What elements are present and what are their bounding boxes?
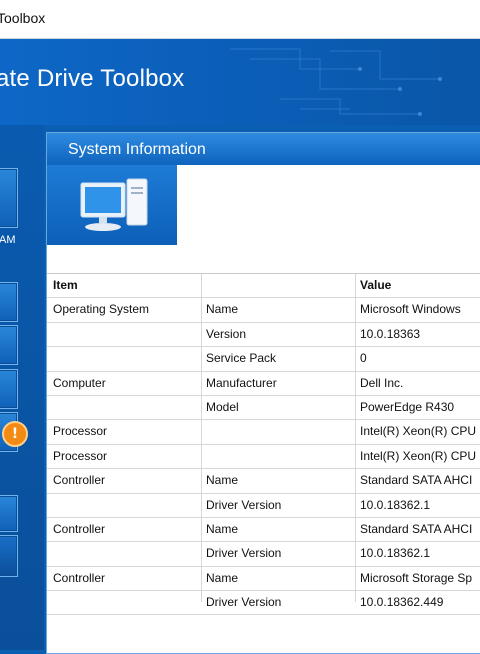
row-item: Controller (53, 473, 106, 488)
nav-button-7[interactable] (0, 535, 18, 577)
system-info-table: Item Value Operating System Name Microso… (47, 273, 480, 616)
table-row[interactable]: Model PowerEdge R430 (47, 396, 480, 421)
table-row[interactable]: Processor Intel(R) Xeon(R) CPU (47, 445, 480, 470)
column-divider (355, 274, 356, 602)
table-row[interactable]: Controller Name Standard SATA AHCI (47, 469, 480, 494)
header-item: Item (53, 278, 78, 292)
nav-button-3[interactable] (0, 325, 18, 365)
window-title: Toolbox (0, 10, 46, 26)
row-subitem: Version (206, 326, 247, 341)
row-value: PowerEdge R430 (360, 399, 455, 414)
nav-button-6[interactable] (0, 495, 18, 532)
nav-button-2[interactable] (0, 282, 18, 322)
row-value: 0 (360, 351, 367, 366)
row-subitem: Name (206, 521, 239, 536)
nav-button-1-label: AM (0, 234, 16, 246)
row-value: Standard SATA AHCI (360, 521, 473, 536)
app-title: ate Drive Toolbox (0, 65, 185, 92)
header-value: Value (360, 278, 392, 292)
left-nav-panel: AM (0, 125, 44, 650)
row-subitem: Driver Version (206, 546, 282, 561)
table-row[interactable]: Driver Version 10.0.18362.1 (47, 542, 480, 567)
nav-button-1[interactable] (0, 168, 18, 228)
table-row[interactable]: Driver Version 10.0.18362.449 (47, 591, 480, 616)
row-value: 10.0.18362.1 (360, 546, 431, 561)
table-row[interactable]: Service Pack 0 (47, 347, 480, 372)
table-row[interactable]: Processor Intel(R) Xeon(R) CPU (47, 420, 480, 445)
table-row[interactable]: Driver Version 10.0.18362.1 (47, 494, 480, 518)
row-item: Computer (53, 375, 106, 390)
row-item: Controller (53, 570, 106, 585)
row-item: Controller (53, 521, 106, 536)
panel-hero (47, 165, 480, 245)
row-value: 10.0.18362.449 (360, 595, 444, 610)
nav-button-4[interactable] (0, 369, 18, 409)
panel-title: System Information (68, 141, 206, 158)
window-titlebar: Toolbox (0, 0, 480, 39)
row-subitem: Manufacturer (206, 375, 277, 390)
table-row[interactable]: Version 10.0.18363 (47, 323, 480, 348)
row-subitem: Service Pack (206, 351, 277, 366)
panel-header: System Information (47, 133, 480, 165)
row-value: Standard SATA AHCI (360, 473, 473, 488)
system-info-panel: System Information Item Value Operating … (46, 132, 480, 654)
table-header-row: Item Value (47, 274, 480, 299)
row-item: Operating System (53, 302, 150, 317)
app-banner: ate Drive Toolbox (0, 39, 480, 125)
table-row[interactable]: Controller Name Microsoft Storage Sp (47, 567, 480, 592)
computer-icon (80, 178, 148, 231)
row-value: Dell Inc. (360, 375, 404, 390)
row-value: 10.0.18362.1 (360, 497, 431, 512)
row-subitem: Name (206, 302, 239, 317)
row-subitem: Driver Version (206, 497, 282, 512)
row-subitem: Name (206, 473, 239, 488)
row-subitem: Model (206, 399, 239, 414)
row-value: 10.0.18363 (360, 326, 421, 341)
row-value: Microsoft Storage Sp (360, 570, 473, 585)
table-row[interactable]: Computer Manufacturer Dell Inc. (47, 372, 480, 396)
row-subitem: Driver Version (206, 595, 282, 610)
row-item: Processor (53, 448, 108, 463)
row-item: Processor (53, 424, 108, 439)
row-subitem: Name (206, 570, 239, 585)
row-value: Intel(R) Xeon(R) CPU (360, 448, 477, 463)
table-row[interactable]: Operating System Name Microsoft Windows (47, 298, 480, 323)
table-row[interactable]: Controller Name Standard SATA AHCI (47, 518, 480, 543)
row-value: Intel(R) Xeon(R) CPU (360, 424, 477, 439)
row-value: Microsoft Windows (360, 302, 461, 317)
warning-icon[interactable]: ! (2, 421, 28, 447)
column-divider (201, 274, 202, 602)
